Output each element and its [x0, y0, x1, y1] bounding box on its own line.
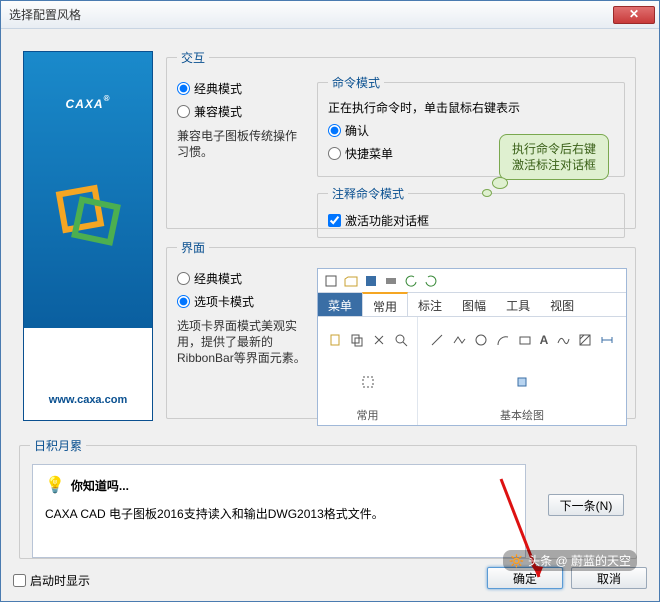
titlebar: 选择配置风格 ✕ — [1, 1, 659, 29]
radio-compat-input[interactable] — [177, 105, 190, 118]
radio-ui-tab-input[interactable] — [177, 295, 190, 308]
group-tips: 日积月累 💡 你知道吗... CAXA CAD 电子图板2016支持读入和输出D… — [19, 437, 637, 559]
radio-confirm-input[interactable] — [328, 124, 341, 137]
tab-annot[interactable]: 标注 — [408, 293, 452, 316]
hatch-icon — [578, 333, 592, 347]
print-icon — [384, 274, 398, 288]
checkbox-activate-input[interactable] — [328, 214, 341, 227]
undo-icon — [404, 274, 418, 288]
new-icon — [324, 274, 338, 288]
checkbox-activate-dialog[interactable]: 激活功能对话框 — [328, 212, 614, 229]
sidebar-banner: CAXA® www.caxa.com — [23, 51, 153, 421]
text-icon: A — [540, 333, 549, 347]
rect-icon — [518, 333, 532, 347]
command-mode-legend: 命令模式 — [328, 74, 384, 91]
radio-classic-mode[interactable]: 经典模式 — [177, 80, 307, 97]
group-annotation-mode: 注释命令模式 激活功能对话框 — [317, 185, 625, 238]
group-interface: 界面 经典模式 选项卡模式 选项卡界面模式美观实用，提供了最新的RibbonBa… — [166, 239, 636, 419]
brand-logo-icon — [48, 173, 128, 253]
select-icon — [361, 375, 375, 389]
checkbox-show-startup[interactable]: 启动时显示 — [13, 572, 90, 589]
spline-icon — [556, 333, 570, 347]
watermark-icon: 🔆 — [509, 554, 524, 568]
cut-icon — [372, 333, 386, 347]
tab-tool[interactable]: 工具 — [496, 293, 540, 316]
checkbox-show-startup-input[interactable] — [13, 574, 26, 587]
window-title: 选择配置风格 — [9, 6, 613, 23]
group-interaction-legend: 交互 — [177, 49, 209, 66]
tab-menu[interactable]: 菜单 — [318, 293, 362, 316]
annotation-mode-legend: 注释命令模式 — [328, 185, 408, 202]
watermark: 🔆 头条 @ 蔚蓝的天空 — [503, 550, 637, 571]
tips-legend: 日积月累 — [30, 437, 86, 454]
interaction-note: 兼容电子图板传统操作习惯。 — [177, 128, 307, 160]
save-icon — [364, 274, 378, 288]
tab-view[interactable]: 视图 — [540, 293, 584, 316]
zoom-icon — [394, 333, 408, 347]
tab-common[interactable]: 常用 — [362, 292, 408, 316]
redo-icon — [424, 274, 438, 288]
radio-ui-classic[interactable]: 经典模式 — [177, 270, 307, 287]
brand-logo-text: CAXA® — [66, 92, 111, 113]
paste-icon — [328, 333, 342, 347]
radio-compat-mode[interactable]: 兼容模式 — [177, 103, 307, 120]
open-icon — [344, 274, 358, 288]
lightbulb-icon: 💡 — [45, 475, 65, 495]
brand-url: www.caxa.com — [49, 394, 127, 406]
tip-heading: 你知道吗... — [71, 477, 129, 494]
close-button[interactable]: ✕ — [613, 6, 655, 24]
radio-classic-input[interactable] — [177, 82, 190, 95]
tip-body: CAXA CAD 电子图板2016支持读入和输出DWG2013格式文件。 — [45, 505, 513, 522]
ribbon-group-draw: 基本绘图 — [418, 405, 626, 425]
command-mode-desc: 正在执行命令时，单击鼠标右键表示 — [328, 99, 614, 116]
group-interface-legend: 界面 — [177, 239, 209, 256]
preview-tabs: 菜单 常用 标注 图幅 工具 视图 — [318, 293, 626, 317]
radio-ui-tab[interactable]: 选项卡模式 — [177, 293, 307, 310]
ribbon-group-common: 常用 — [318, 405, 417, 425]
preview-toolbar — [318, 269, 626, 293]
callout-tooltip: 执行命令后右键 激活标注对话框 — [499, 134, 609, 180]
radio-ui-classic-input[interactable] — [177, 272, 190, 285]
circle-icon — [474, 333, 488, 347]
tip-box: 💡 你知道吗... CAXA CAD 电子图板2016支持读入和输出DWG201… — [32, 464, 526, 558]
copy-icon — [350, 333, 364, 347]
arc-icon — [496, 333, 510, 347]
block-icon — [515, 375, 529, 389]
radio-quickmenu-input[interactable] — [328, 147, 341, 160]
line-icon — [430, 333, 444, 347]
dialog-window: 选择配置风格 ✕ CAXA® www.caxa.com 交互 经典模式 兼容模式 — [0, 0, 660, 602]
tab-frame[interactable]: 图幅 — [452, 293, 496, 316]
interface-note: 选项卡界面模式美观实用，提供了最新的RibbonBar等界面元素。 — [177, 318, 307, 366]
ribbon-preview: 菜单 常用 标注 图幅 工具 视图 — [317, 268, 627, 426]
next-tip-button[interactable]: 下一条(N) — [548, 494, 624, 516]
polyline-icon — [452, 333, 466, 347]
dimension-icon — [600, 333, 614, 347]
